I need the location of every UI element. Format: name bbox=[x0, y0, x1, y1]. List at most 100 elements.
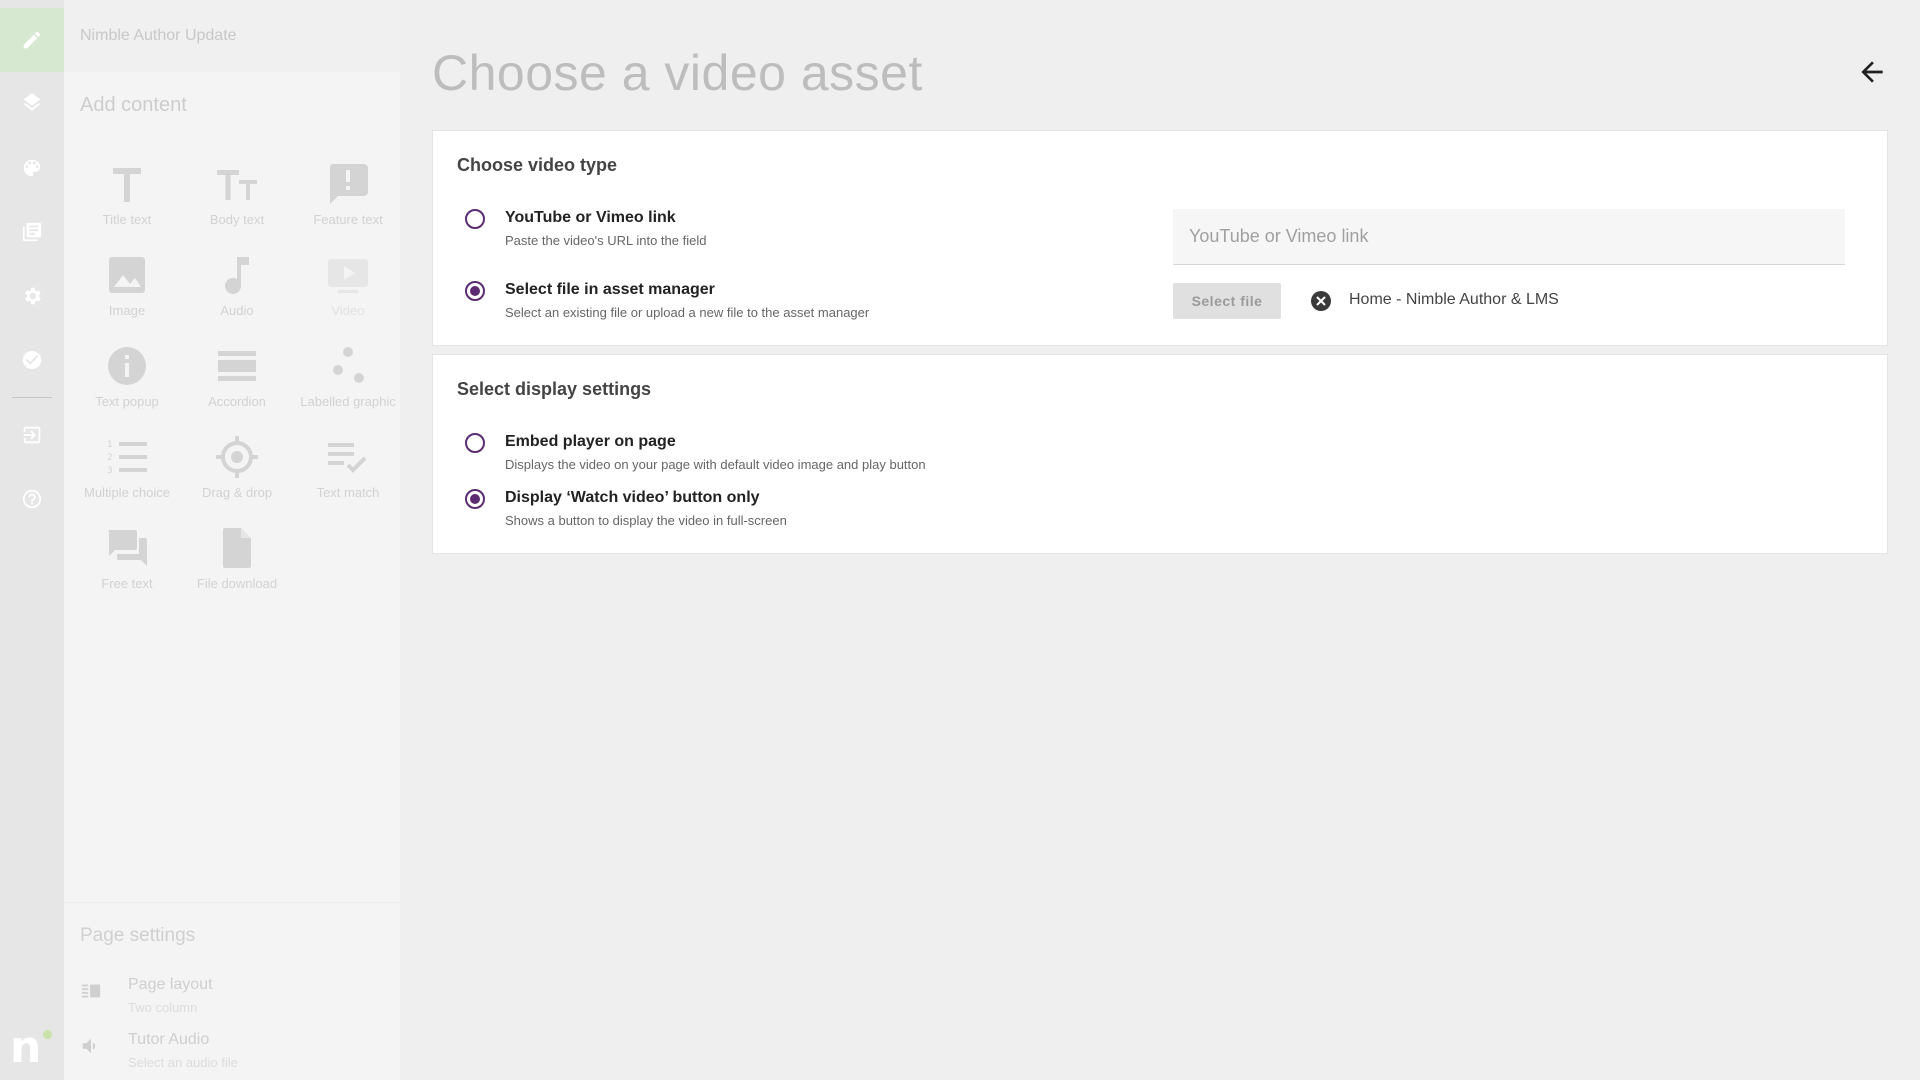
page-layout-setting[interactable]: Page layout Two column bbox=[80, 976, 380, 1026]
tool-audio[interactable]: Audio bbox=[182, 253, 292, 318]
close-icon bbox=[1316, 296, 1326, 306]
tool-labelled-graphic[interactable]: Labelled graphic bbox=[293, 344, 403, 409]
publish-rail-button[interactable] bbox=[0, 328, 64, 392]
arrow-left-icon bbox=[1861, 61, 1883, 83]
pencil-icon bbox=[23, 31, 41, 49]
tutor-audio-setting[interactable]: Tutor Audio Select an audio file bbox=[80, 1031, 380, 1080]
tool-file-download[interactable]: File download bbox=[182, 526, 292, 591]
tool-video[interactable]: Video bbox=[293, 253, 403, 318]
tool-label: Text match bbox=[316, 485, 380, 500]
feature-text-icon bbox=[329, 164, 368, 204]
display-settings-card: Select display settings Embed player on … bbox=[432, 354, 1888, 554]
pages-rail-button[interactable] bbox=[0, 200, 64, 264]
main-area: Choose a video asset Choose video type Y… bbox=[400, 0, 1920, 1080]
content-panel: Nimble Author Update Add content Title t… bbox=[64, 0, 400, 1080]
tool-body-text[interactable]: Body text bbox=[182, 162, 292, 227]
tool-label: Audio bbox=[220, 303, 254, 318]
tool-label: Feature text bbox=[313, 212, 383, 227]
video-type-heading: Choose video type bbox=[457, 155, 618, 175]
theme-rail-button[interactable] bbox=[0, 136, 64, 200]
help-icon bbox=[22, 489, 42, 509]
svg-text:1: 1 bbox=[107, 440, 113, 450]
video-type-card: Choose video type YouTube or Vimeo link … bbox=[432, 130, 1888, 346]
check-circle-icon bbox=[22, 350, 42, 370]
back-button[interactable] bbox=[1852, 52, 1892, 92]
speaker-icon bbox=[82, 1038, 96, 1054]
chat-icon bbox=[108, 530, 147, 566]
page-settings-heading: Page settings bbox=[80, 925, 196, 946]
layers-icon bbox=[23, 93, 41, 111]
exit-icon bbox=[23, 426, 41, 444]
option-description: Shows a button to display the video in f… bbox=[505, 513, 787, 528]
tool-label: Title text bbox=[102, 212, 152, 227]
radio-asset-manager[interactable] bbox=[465, 281, 485, 301]
edit-rail-button[interactable] bbox=[0, 8, 64, 72]
svg-text:3: 3 bbox=[107, 466, 113, 476]
nimble-logo: n bbox=[10, 1026, 54, 1070]
option-label: Select file in asset manager bbox=[505, 281, 715, 298]
select-file-button[interactable]: Select file bbox=[1173, 283, 1281, 319]
selected-file-name: Home - Nimble Author & LMS bbox=[1349, 291, 1559, 308]
tool-label: File download bbox=[196, 576, 278, 591]
option-description: Displays the video on your page with def… bbox=[505, 457, 926, 472]
tool-title-text[interactable]: Title text bbox=[72, 162, 182, 227]
audio-icon bbox=[225, 257, 249, 294]
tool-accordion[interactable]: Accordion bbox=[182, 344, 292, 409]
tool-feature-text[interactable]: Feature text bbox=[293, 162, 403, 227]
tool-free-text[interactable]: Free text bbox=[72, 526, 182, 591]
video-icon bbox=[328, 259, 368, 293]
title-text-icon bbox=[113, 168, 141, 202]
gear-icon bbox=[25, 287, 41, 305]
tool-label: Drag & drop bbox=[201, 485, 273, 500]
option-label: YouTube or Vimeo link bbox=[505, 209, 676, 226]
option-description: Paste the video's URL into the field bbox=[505, 233, 707, 248]
project-title: Nimble Author Update bbox=[64, 0, 400, 72]
clear-file-button[interactable] bbox=[1311, 291, 1331, 311]
tool-label: Labelled graphic bbox=[300, 394, 396, 409]
text-match-icon bbox=[328, 443, 367, 473]
tutor-audio-value: Select an audio file bbox=[128, 1055, 238, 1070]
layout-icon bbox=[81, 984, 101, 998]
palette-icon bbox=[23, 159, 41, 177]
option-label: Display ‘Watch video’ button only bbox=[505, 489, 760, 506]
labelled-graphic-icon bbox=[333, 347, 364, 383]
tool-multiple-choice[interactable]: 1 2 3 Multiple choice bbox=[72, 435, 182, 500]
option-label: Embed player on page bbox=[505, 433, 676, 450]
radio-embed-player[interactable] bbox=[465, 433, 485, 453]
option-description: Select an existing file or upload a new … bbox=[505, 305, 870, 320]
left-rail: n bbox=[0, 0, 64, 1080]
radio-watch-button-only[interactable] bbox=[465, 489, 485, 509]
info-icon bbox=[108, 347, 146, 385]
help-rail-button[interactable] bbox=[0, 467, 64, 531]
exit-rail-button[interactable] bbox=[0, 403, 64, 467]
video-url-input[interactable] bbox=[1189, 226, 1829, 247]
tool-label: Text popup bbox=[95, 394, 159, 409]
add-content-heading: Add content bbox=[80, 94, 187, 116]
page-settings: Page settings bbox=[64, 902, 400, 947]
tutor-audio-label: Tutor Audio bbox=[128, 1031, 210, 1048]
tool-text-popup[interactable]: Text popup bbox=[72, 344, 182, 409]
rail-divider bbox=[12, 397, 52, 398]
tool-drag-drop[interactable]: Drag & drop bbox=[182, 435, 292, 500]
radio-youtube-vimeo[interactable] bbox=[465, 209, 485, 229]
tool-label: Video bbox=[331, 303, 365, 318]
tool-label: Free text bbox=[101, 576, 153, 591]
brand-letter: n bbox=[10, 1022, 42, 1073]
target-icon bbox=[216, 436, 258, 478]
tool-label: Body text bbox=[209, 212, 265, 227]
svg-text:2: 2 bbox=[107, 453, 113, 463]
video-url-field[interactable] bbox=[1173, 209, 1845, 265]
settings-rail-button[interactable] bbox=[0, 264, 64, 328]
book-icon bbox=[22, 222, 42, 242]
brand-dot bbox=[43, 1030, 52, 1039]
tool-text-match[interactable]: Text match bbox=[293, 435, 403, 500]
accordion-icon bbox=[218, 351, 256, 381]
layers-rail-button[interactable] bbox=[0, 72, 64, 136]
image-icon bbox=[109, 257, 145, 293]
file-icon bbox=[223, 528, 251, 568]
tool-label: Multiple choice bbox=[84, 485, 170, 500]
page-title: Choose a video asset bbox=[432, 45, 923, 101]
page-layout-label: Page layout bbox=[128, 976, 213, 993]
tool-image[interactable]: Image bbox=[72, 253, 182, 318]
numbered-list-icon: 1 2 3 bbox=[107, 440, 147, 476]
